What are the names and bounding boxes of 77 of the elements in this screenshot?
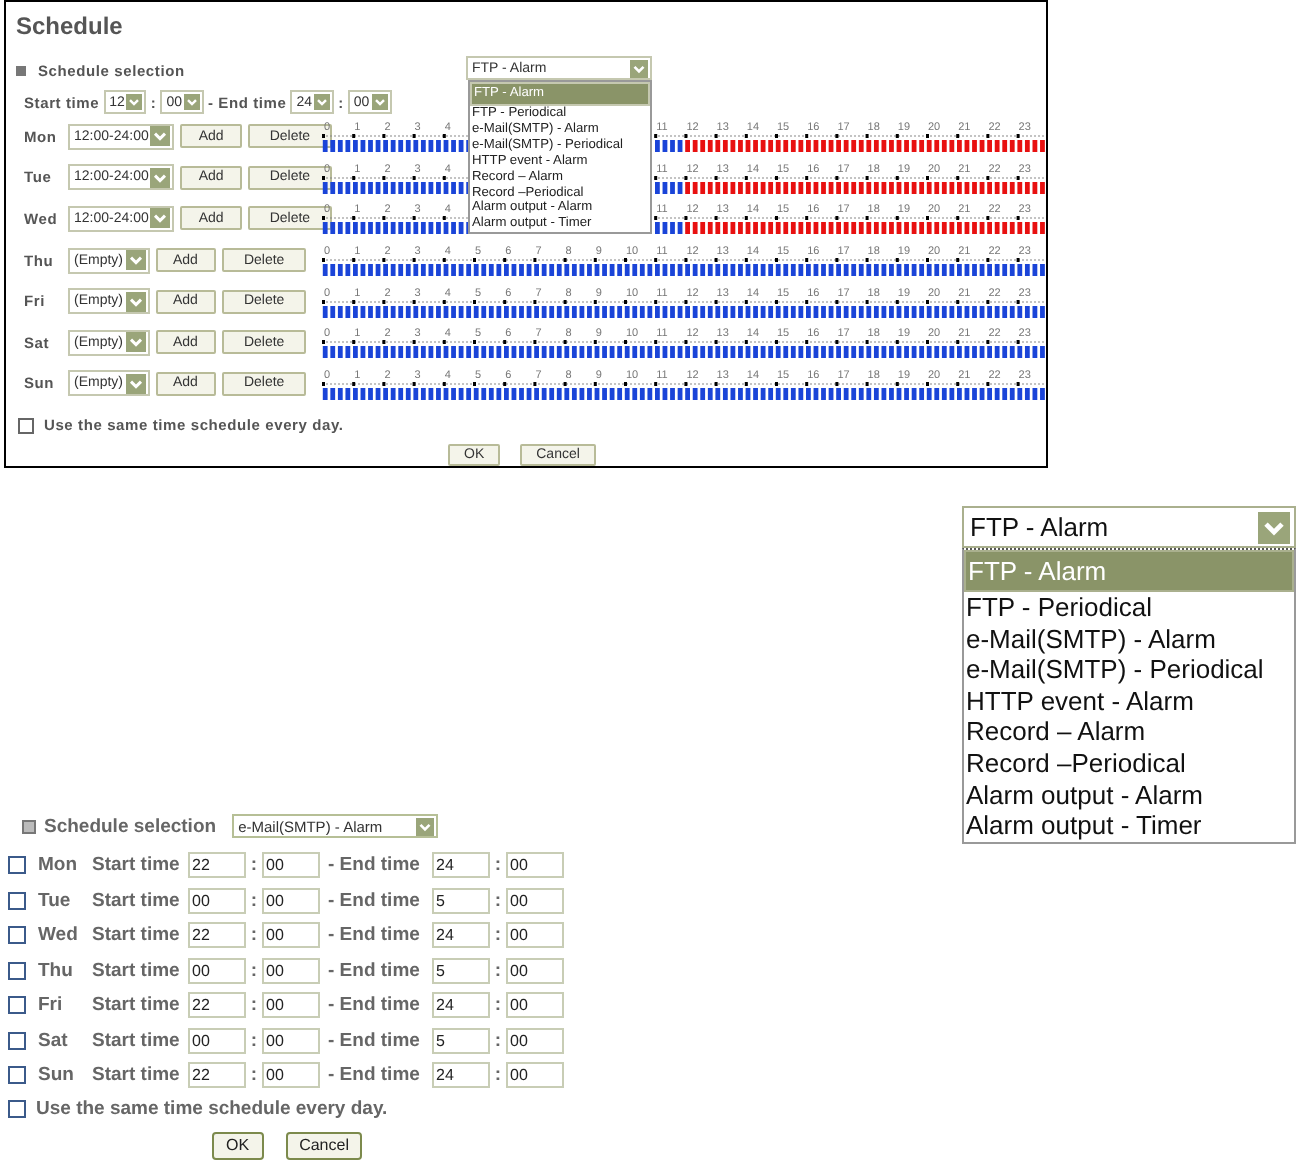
hour-field[interactable]: 5 [432, 887, 490, 914]
hour-field[interactable]: 5 [432, 957, 490, 984]
time-separator: : [492, 854, 504, 877]
time-label: - End time [328, 924, 422, 947]
time-separator: : [492, 889, 504, 912]
time-separator: : [492, 1029, 504, 1052]
time-label: Start time [92, 1064, 182, 1087]
time-separator: : [248, 854, 260, 877]
day-label: Mon [38, 854, 80, 877]
time-separator: : [248, 924, 260, 947]
dropdown-option[interactable]: e-Mail(SMTP) - Alarm [964, 623, 1294, 655]
minute-field[interactable]: 00 [506, 992, 564, 1019]
minute-field[interactable]: 00 [262, 992, 320, 1019]
hour-field[interactable]: 00 [188, 887, 246, 914]
time-label: Start time [92, 994, 182, 1017]
dropdown-option[interactable]: e-Mail(SMTP) - Periodical [964, 654, 1294, 686]
hour-field[interactable]: 00 [188, 1027, 246, 1054]
hour-field[interactable]: 22 [188, 1062, 246, 1089]
time-label: Start time [92, 924, 182, 947]
time-label: Start time [92, 889, 182, 912]
day-label: Tue [38, 889, 73, 912]
hour-field[interactable]: 24 [432, 992, 490, 1019]
minute-field[interactable]: 00 [506, 887, 564, 914]
hour-field[interactable]: 00 [188, 957, 246, 984]
hour-field[interactable]: 24 [432, 922, 490, 949]
hour-field[interactable]: 24 [432, 852, 490, 879]
day-label: Wed [38, 924, 80, 947]
day-label: Sat [38, 1029, 70, 1052]
day-label: Fri [38, 994, 65, 1017]
minute-field[interactable]: 00 [506, 1027, 564, 1054]
minute-field[interactable]: 00 [262, 1062, 320, 1089]
time-label: Start time [92, 854, 182, 877]
minute-field[interactable]: 00 [262, 887, 320, 914]
hour-field[interactable]: 22 [188, 992, 246, 1019]
time-label: - End time [328, 1029, 422, 1052]
day-label: Thu [38, 959, 75, 982]
time-separator: : [248, 959, 260, 982]
cancel-button[interactable]: Cancel [285, 1131, 363, 1159]
time-label: - End time [328, 994, 422, 1017]
dropdown[interactable]: FTP - Alarm [962, 506, 1296, 548]
time-label: - End time [328, 889, 422, 912]
hour-field[interactable]: 5 [432, 1027, 490, 1054]
time-separator: : [492, 1064, 504, 1087]
time-label: - End time [328, 854, 422, 877]
time-separator: : [492, 994, 504, 1017]
time-label: - End time [328, 959, 422, 982]
section-label: Schedule selection [44, 815, 217, 837]
minute-field[interactable]: 00 [262, 957, 320, 984]
time-separator: : [248, 994, 260, 1017]
minute-field[interactable]: 00 [262, 922, 320, 949]
dropdown-option[interactable]: FTP - Periodical [964, 592, 1294, 624]
minute-field[interactable]: 00 [506, 957, 564, 984]
hour-field[interactable]: 24 [432, 1062, 490, 1089]
time-separator: : [492, 959, 504, 982]
dropdown-option[interactable]: Record – Alarm [964, 716, 1294, 748]
page-title: Schedule [16, 12, 123, 40]
minute-field[interactable]: 00 [262, 1027, 320, 1054]
day-label: Sun [38, 1064, 76, 1087]
ok-button[interactable]: OK [212, 1131, 264, 1159]
dropdown-option[interactable]: HTTP event - Alarm [964, 685, 1294, 717]
dropdown-option[interactable]: Record –Periodical [964, 747, 1294, 780]
minute-field[interactable]: 00 [506, 852, 564, 879]
minute-field[interactable]: 00 [506, 1062, 564, 1089]
time-separator: : [248, 1064, 260, 1087]
dropdown-option[interactable]: Alarm output - Timer [964, 810, 1294, 842]
time-separator: : [248, 1029, 260, 1052]
hour-field[interactable]: 22 [188, 922, 246, 949]
minute-field[interactable]: 00 [506, 922, 564, 949]
time-label: Start time [92, 959, 182, 982]
hour-field[interactable]: 22 [188, 852, 246, 879]
minute-field[interactable]: 00 [262, 852, 320, 879]
checkbox-label: Use the same time schedule every day. [36, 1097, 388, 1119]
time-separator: : [248, 889, 260, 912]
time-separator: : [492, 924, 504, 947]
dropdown-option[interactable]: Alarm output - Alarm [964, 779, 1294, 811]
time-label: - End time [328, 1064, 422, 1087]
time-label: Start time [92, 1029, 182, 1052]
